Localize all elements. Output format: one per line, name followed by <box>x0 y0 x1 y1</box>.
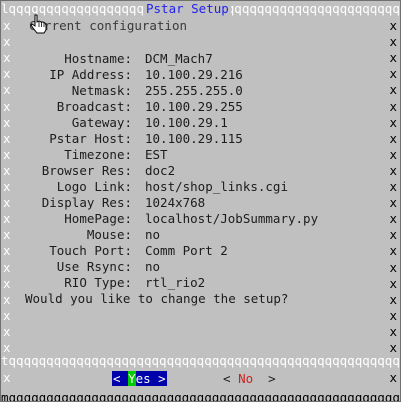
config-row: Touch Port: Comm Port 2 <box>1 243 400 259</box>
no-button-hotkey: No <box>238 371 254 386</box>
terminal-dialog: lqqqqqqqqqqqqqqqqqqqqqqqqqqqqqqqqqqqqqqq… <box>0 0 401 402</box>
config-value: no <box>145 259 161 274</box>
config-row: HomePage: localhost/JobSummary.py <box>1 211 400 227</box>
config-row: Mouse: no <box>1 227 400 243</box>
dialog-title: Pstar Setup <box>144 1 231 16</box>
yes-button-close: > <box>150 371 166 386</box>
config-value: rtl_rio2 <box>145 275 206 290</box>
config-value: 10.100.29.216 <box>145 67 243 82</box>
config-label: Use Rsync: <box>56 259 132 274</box>
right-border-x: x <box>389 292 397 307</box>
config-value: 10.100.29.115 <box>145 131 243 146</box>
config-label: Timezone: <box>64 147 132 162</box>
yes-button-open: < <box>113 371 129 386</box>
config-row: Logo Link: host/shop_links.cgi <box>1 179 400 195</box>
config-label: Display Res: <box>41 195 132 210</box>
config-label: Logo Link: <box>56 179 132 194</box>
right-border-x: x <box>389 18 397 33</box>
yes-button[interactable]: < Yes > <box>112 371 167 386</box>
dialog-subtitle: Current configuration <box>29 18 188 33</box>
config-label: Touch Port: <box>49 243 132 258</box>
no-button-open: < <box>223 371 239 386</box>
config-value: DCM_Mach7 <box>145 51 213 66</box>
config-row: Timezone: EST <box>1 147 400 163</box>
config-row: Hostname: DCM_Mach7 <box>1 51 400 67</box>
config-value: no <box>145 227 161 242</box>
config-label: RIO Type: <box>64 275 132 290</box>
config-row: Browser Res: doc2 <box>1 163 400 179</box>
config-value: localhost/JobSummary.py <box>145 211 319 226</box>
config-row: IP Address: 10.100.29.216 <box>1 67 400 83</box>
config-value: 1024x768 <box>145 195 206 210</box>
button-row-border-x: x <box>389 370 397 385</box>
config-value: doc2 <box>145 163 176 178</box>
config-label: Browser Res: <box>41 163 132 178</box>
left-border-x: x <box>3 308 11 323</box>
button-row-border-x: x <box>3 370 11 385</box>
yes-button-hotkey: Y <box>128 371 136 386</box>
config-row: Display Res: 1024x768 <box>1 195 400 211</box>
no-button-close: > <box>253 371 276 386</box>
config-value: EST <box>145 147 168 162</box>
config-label: Broadcast: <box>56 99 132 114</box>
config-label: Gateway: <box>71 115 132 130</box>
yes-button-rest: es <box>135 371 151 386</box>
left-border-x: x <box>3 34 11 49</box>
config-label: Hostname: <box>64 51 132 66</box>
config-row: Pstar Host: 10.100.29.115 <box>1 131 400 147</box>
hand-pointer-icon <box>30 14 47 34</box>
config-value: host/shop_links.cgi <box>145 179 288 194</box>
config-label: Pstar Host: <box>49 131 132 146</box>
dialog-bottom-border: mqqqqqqqqqqqqqqqqqqqqqqqqqqqqqqqqqqqqqqq… <box>1 390 400 402</box>
left-border-x: x <box>3 292 11 307</box>
right-border-x: x <box>389 34 397 49</box>
left-border-x: x <box>3 18 11 33</box>
change-setup-prompt: Would you like to change the setup? <box>25 291 289 306</box>
config-row: RIO Type: rtl_rio2 <box>1 275 400 291</box>
config-label: Mouse: <box>86 227 132 242</box>
config-row: Netmask: 255.255.255.0 <box>1 83 400 99</box>
config-value: 10.100.29.255 <box>145 99 243 114</box>
config-value: Comm Port 2 <box>145 243 228 258</box>
left-border-x: x <box>3 324 11 339</box>
config-label: HomePage: <box>64 211 132 226</box>
right-border-x: x <box>389 324 397 339</box>
config-value: 255.255.255.0 <box>145 83 243 98</box>
no-button[interactable]: < No > <box>223 371 276 386</box>
config-label: Netmask: <box>71 83 132 98</box>
config-value: 10.100.29.1 <box>145 115 228 130</box>
config-row: Gateway: 10.100.29.1 <box>1 115 400 131</box>
dialog-separator: tqqqqqqqqqqqqqqqqqqqqqqqqqqqqqqqqqqqqqqq… <box>1 353 400 368</box>
config-row: Broadcast: 10.100.29.255 <box>1 99 400 115</box>
config-label: IP Address: <box>49 67 132 82</box>
config-row: Use Rsync: no <box>1 259 400 275</box>
right-border-x: x <box>389 308 397 323</box>
